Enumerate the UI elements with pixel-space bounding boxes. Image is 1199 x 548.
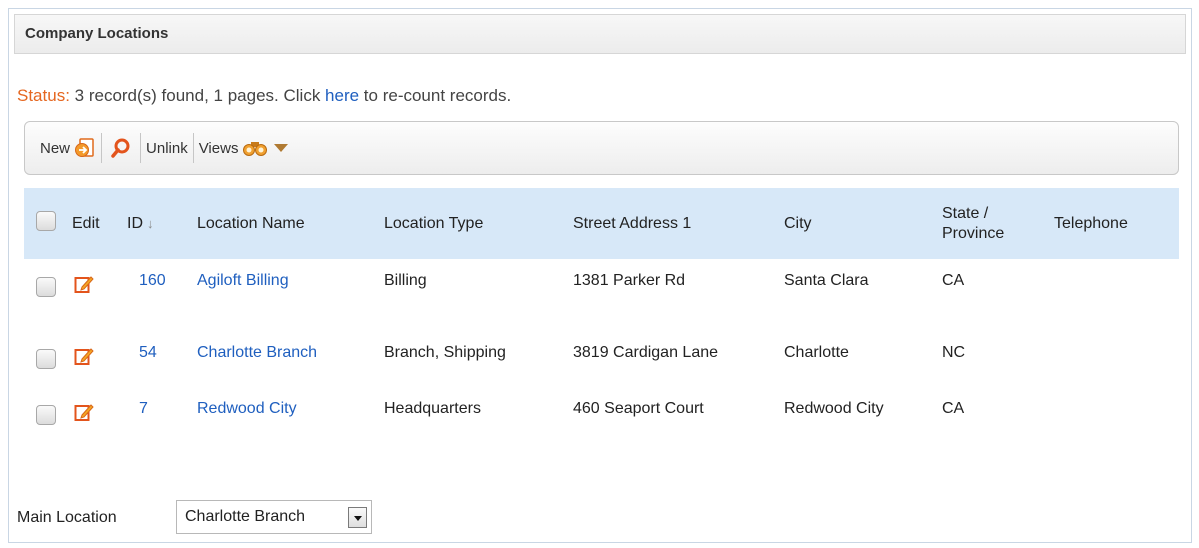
record-id-link[interactable]: 160 — [139, 272, 166, 289]
row-location-name[interactable]: Agiloft Billing — [185, 259, 372, 331]
table-row: 7 Redwood City Headquarters 460 Seaport … — [24, 387, 1179, 448]
main-location-label: Main Location — [17, 509, 117, 526]
row-location-name[interactable]: Redwood City — [185, 387, 372, 448]
row-location-name[interactable]: Charlotte Branch — [185, 331, 372, 387]
recount-link[interactable]: here — [325, 86, 359, 105]
header-location-type[interactable]: Location Type — [372, 188, 561, 259]
status-label: Status: — [17, 86, 70, 105]
location-name-link[interactable]: Charlotte Branch — [197, 344, 317, 361]
row-edit-cell — [70, 331, 125, 387]
status-text: 3 record(s) found, 1 pages. Click — [69, 86, 326, 105]
select-all-cell — [24, 188, 70, 259]
table-row: 54 Charlotte Branch Branch, Shipping 381… — [24, 331, 1179, 387]
main-location-select[interactable]: Charlotte Branch — [176, 500, 372, 534]
row-checkbox[interactable] — [36, 277, 56, 297]
new-button[interactable]: New — [40, 134, 96, 162]
row-telephone — [1042, 259, 1179, 331]
toolbar-separator — [140, 133, 142, 163]
caret-down-icon — [274, 144, 289, 152]
header-id[interactable]: ID ↓ — [125, 188, 185, 259]
row-city: Redwood City — [772, 387, 930, 448]
main-location-value: Charlotte Branch — [185, 508, 306, 525]
row-checkbox[interactable] — [36, 405, 56, 425]
row-telephone — [1042, 331, 1179, 387]
new-label: New — [40, 139, 71, 157]
header-telephone[interactable]: Telephone — [1042, 188, 1179, 259]
header-location-name[interactable]: Location Name — [185, 188, 372, 259]
row-state: NC — [930, 331, 1042, 387]
row-edit-cell — [70, 387, 125, 448]
header-state-line2: Province — [942, 224, 1005, 242]
section-title: Company Locations — [14, 14, 1186, 54]
row-street: 460 Seaport Court — [561, 387, 772, 448]
toolbar: New Unlink Views — [24, 121, 1179, 175]
sort-desc-icon: ↓ — [147, 215, 154, 231]
edit-pencil-icon[interactable] — [74, 402, 94, 422]
search-icon — [110, 137, 132, 159]
row-street: 3819 Cardigan Lane — [561, 331, 772, 387]
new-record-icon — [74, 137, 96, 159]
row-select-cell — [24, 331, 70, 387]
search-button[interactable] — [107, 134, 135, 162]
row-street: 1381 Parker Rd — [573, 272, 686, 289]
header-street-address[interactable]: Street Address 1 — [561, 188, 772, 259]
row-city: Charlotte — [772, 331, 930, 387]
status-text-end: to re-count records. — [359, 86, 512, 105]
row-id[interactable]: 54 — [125, 331, 185, 387]
row-id[interactable]: 7 — [125, 387, 185, 448]
unlink-button[interactable]: Unlink — [146, 134, 188, 162]
toolbar-separator — [192, 133, 194, 163]
row-location-type: Headquarters — [372, 387, 561, 448]
row-select-cell — [24, 387, 70, 448]
locations-table: Edit ID ↓ Location Name Location Type Str… — [24, 188, 1179, 448]
header-city[interactable]: City — [772, 188, 930, 259]
views-label: Views — [198, 139, 239, 157]
select-all-checkbox[interactable] — [36, 211, 56, 231]
table-header-row: Edit ID ↓ Location Name Location Type Str… — [24, 188, 1179, 259]
edit-pencil-icon[interactable] — [74, 346, 94, 366]
row-state: CA — [942, 272, 965, 289]
location-name-link[interactable]: Redwood City — [197, 400, 297, 417]
panel-bottom-border — [8, 542, 1192, 543]
header-state-line1: State / — [942, 204, 989, 222]
header-state[interactable]: State / Province — [930, 188, 1042, 259]
row-location-type: Branch, Shipping — [372, 331, 561, 387]
row-city: Santa Clara — [784, 272, 869, 289]
record-id-link[interactable]: 54 — [139, 344, 157, 361]
table-row: 160 Agiloft Billing Billing 1381 Parker … — [24, 259, 1179, 331]
row-select-cell — [24, 259, 70, 331]
row-location-type: Billing — [384, 272, 427, 289]
row-id[interactable]: 160 — [125, 259, 185, 331]
row-edit-cell — [70, 259, 125, 331]
header-edit: Edit — [72, 214, 100, 232]
header-id-label: ID — [127, 214, 143, 232]
row-telephone — [1042, 387, 1179, 448]
chevron-down-icon[interactable] — [348, 507, 367, 528]
record-id-link[interactable]: 7 — [139, 400, 148, 417]
row-checkbox[interactable] — [36, 349, 56, 369]
toolbar-separator — [101, 133, 103, 163]
location-name-link[interactable]: Agiloft Billing — [197, 272, 289, 289]
unlink-label: Unlink — [146, 139, 188, 157]
edit-pencil-icon[interactable] — [74, 274, 94, 294]
views-button[interactable]: Views — [199, 134, 289, 162]
status-line: Status: 3 record(s) found, 1 pages. Clic… — [17, 86, 511, 106]
row-state: CA — [930, 387, 1042, 448]
binocular-icon — [243, 140, 268, 156]
